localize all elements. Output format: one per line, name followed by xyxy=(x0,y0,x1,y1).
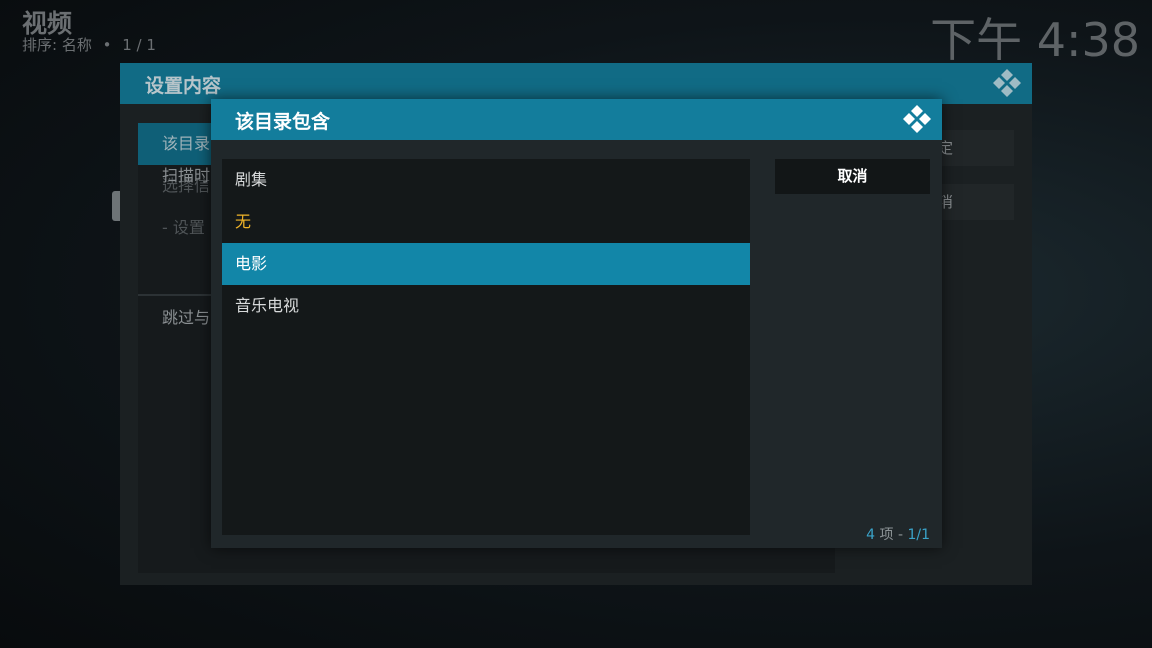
set-content-header: 设置内容 xyxy=(120,63,1032,104)
set-content-title: 设置内容 xyxy=(145,75,222,97)
sort-info: 排序: 名称 • 1 / 1 xyxy=(22,34,156,55)
item-count-page: 1/1 xyxy=(907,527,930,543)
list-item-tvshows[interactable]: 剧集 xyxy=(222,159,750,201)
list-item-none[interactable]: 无 xyxy=(222,201,750,243)
sort-label: 排序: 名称 xyxy=(22,36,92,54)
content-type-dialog: 该目录包含 剧集 无 电影 音乐电视 取消 4 项 - 1/1 xyxy=(211,99,942,548)
side-menu-handle[interactable] xyxy=(112,191,120,221)
item-count: 4 项 - 1/1 xyxy=(866,524,930,544)
cancel-button[interactable]: 取消 xyxy=(775,159,930,194)
list-item-movies[interactable]: 电影 xyxy=(222,243,750,285)
dialog-title: 该目录包含 xyxy=(235,111,331,133)
kodi-logo-icon xyxy=(903,105,931,133)
clock: 下午 4:38 xyxy=(930,13,1140,67)
screen: 视频 排序: 名称 • 1 / 1 下午 4:38 设置内容 该目录 选择信 -… xyxy=(0,0,1152,648)
page-indicator: 1 / 1 xyxy=(122,36,156,54)
content-type-header: 该目录包含 xyxy=(211,99,942,140)
list-item-music-videos[interactable]: 音乐电视 xyxy=(222,285,750,327)
kodi-logo-icon xyxy=(993,69,1021,97)
item-count-unit: 项 - xyxy=(875,527,908,543)
separator: • xyxy=(102,36,112,54)
content-type-list: 剧集 无 电影 音乐电视 xyxy=(222,159,750,535)
item-count-number: 4 xyxy=(866,527,876,543)
